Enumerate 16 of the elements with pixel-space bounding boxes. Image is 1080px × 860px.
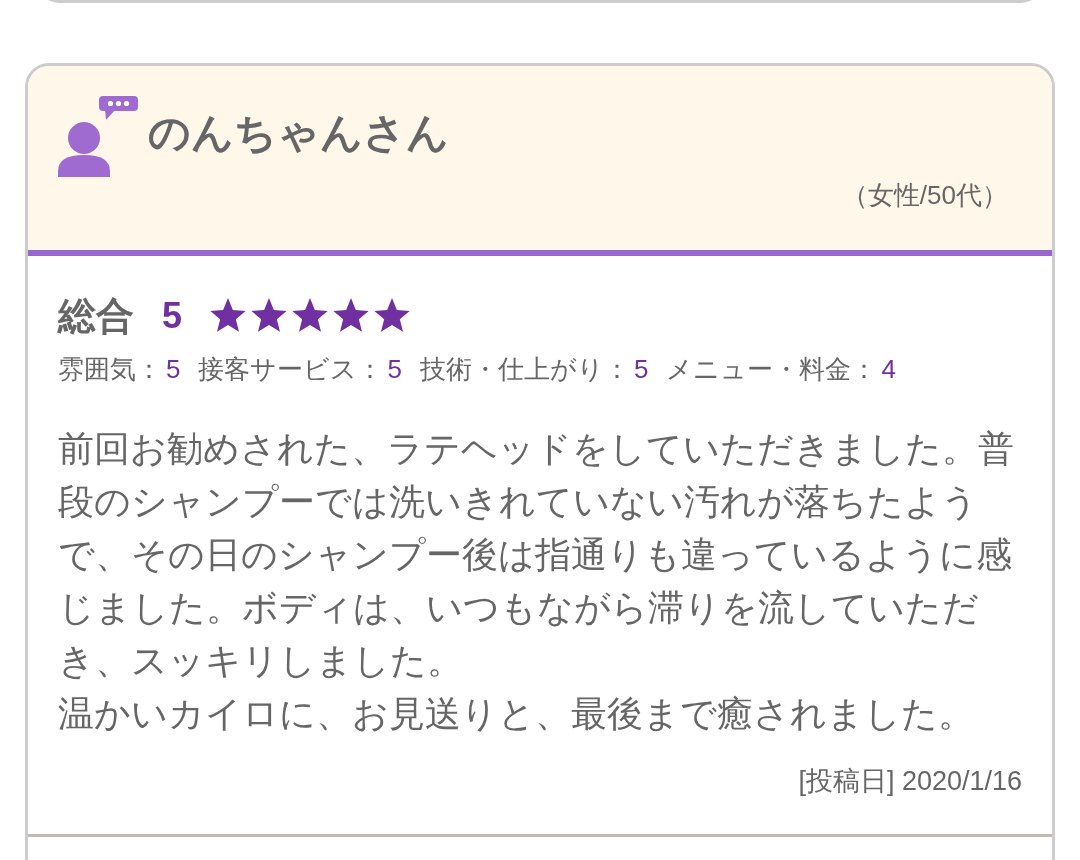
rating-value: 5 [166,353,181,386]
rating-label: 接客サービス： [198,353,384,386]
overall-label: 総合 [58,294,134,339]
reviewer-name: のんちゃんさん [148,109,449,157]
rating-value: 5 [633,353,649,386]
overall-score: 5 [162,294,183,338]
rating-value: 5 [387,353,402,386]
reviewer-profile: （女性/50代） [841,179,1008,212]
person-speech-bubble-icon [58,95,138,177]
rating-label: 技術・仕上がり： [419,353,630,386]
rating-label: 雰囲気： [58,353,162,386]
review-text: 前回お勧めされた、ラテヘッドをしていただきました。普段のシャンプーでは洗いきれていない汚れが落ちたようで、その日のシャンプー後は指通りも違っているように感じました。ボディは、いつもながら滞りを流していただき、スッキリしました。 [58,427,1015,683]
post-date: [投稿日] 2020/1/16 [798,765,1022,798]
review-text: 温かいカイロに、お見送りと、最後まで癒されました。 [58,692,975,736]
rating-label: メニュー・料金： [666,353,878,386]
rating-value: 4 [881,353,896,386]
